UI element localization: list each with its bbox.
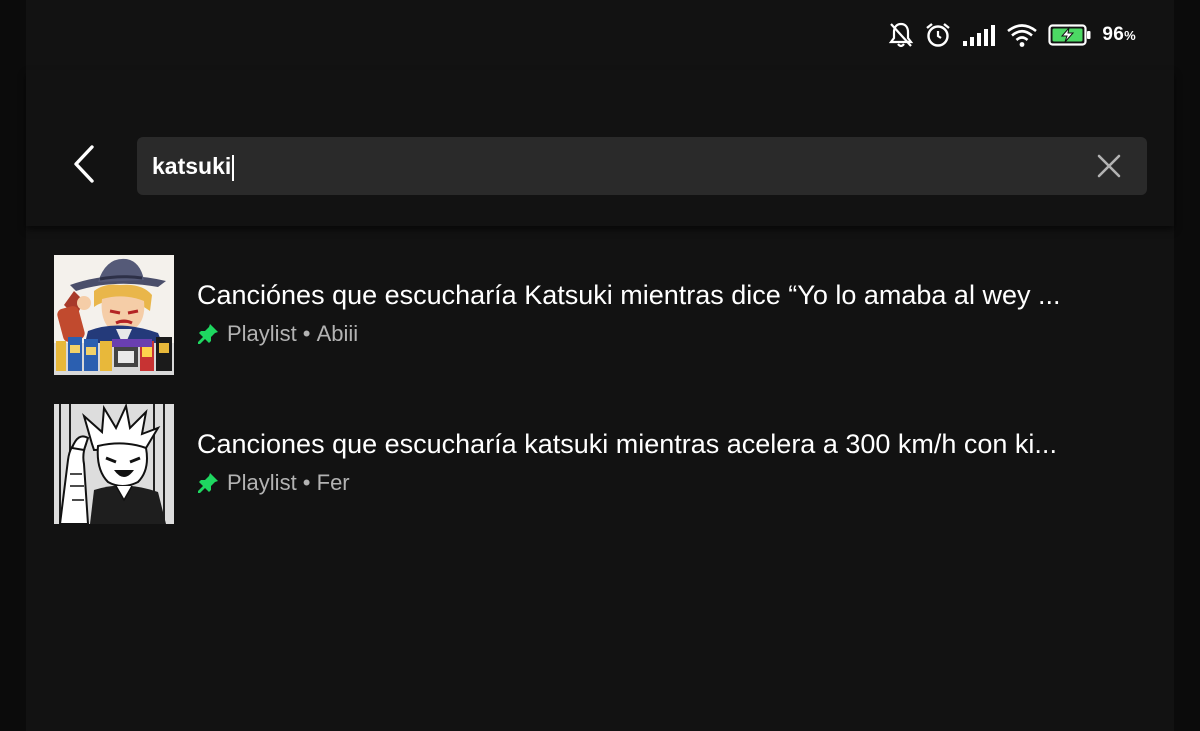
back-button[interactable] bbox=[56, 136, 112, 192]
result-title: Canciones que escucharía katsuki mientra… bbox=[197, 429, 1057, 459]
search-query: katsuki bbox=[152, 153, 232, 179]
battery-percent-unit: % bbox=[1124, 28, 1136, 43]
battery-percent-value: 96 bbox=[1102, 24, 1125, 45]
battery-charging-icon bbox=[1048, 24, 1091, 46]
cover-art-1 bbox=[54, 255, 174, 375]
result-type: Playlist bbox=[227, 321, 297, 346]
result-type: Playlist bbox=[227, 470, 297, 495]
search-input[interactable]: katsuki bbox=[137, 137, 1147, 195]
wifi-icon bbox=[1007, 24, 1038, 47]
pin-icon bbox=[197, 323, 219, 345]
status-icons: 96% bbox=[888, 18, 1136, 52]
result-item[interactable]: Canciones que escucharía katsuki mientra… bbox=[54, 404, 1160, 524]
signal-icon bbox=[963, 25, 996, 46]
close-icon bbox=[1097, 154, 1121, 178]
result-title: Canciónes que escucharía Katsuki mientra… bbox=[197, 280, 1061, 310]
text-caret bbox=[232, 154, 235, 181]
battery-percentage: 96% bbox=[1102, 24, 1136, 46]
search-header: katsuki bbox=[26, 70, 1174, 226]
result-subtitle: Playlist • Abiii bbox=[197, 321, 1160, 347]
status-bar: 96% bbox=[26, 0, 1174, 70]
meta-separator: • bbox=[296, 321, 317, 346]
playlist-cover bbox=[54, 404, 174, 524]
pin-icon bbox=[197, 472, 219, 494]
result-subtitle: Playlist • Fer bbox=[197, 470, 1160, 496]
right-edge-bar bbox=[1174, 0, 1200, 731]
search-query-text[interactable]: katsuki bbox=[152, 137, 235, 195]
result-owner: Fer bbox=[316, 470, 350, 495]
result-info: Canciones que escucharía katsuki mientra… bbox=[197, 426, 1160, 496]
result-owner: Abiii bbox=[316, 321, 359, 346]
result-info: Canciónes que escucharía Katsuki mientra… bbox=[197, 277, 1160, 347]
chevron-left-icon bbox=[74, 145, 94, 183]
meta-separator: • bbox=[296, 470, 317, 495]
cover-art-2 bbox=[54, 404, 174, 524]
alarm-icon bbox=[926, 23, 951, 47]
result-item[interactable]: Canciónes que escucharía Katsuki mientra… bbox=[54, 255, 1160, 375]
bell-off-icon bbox=[889, 22, 914, 48]
playlist-cover bbox=[54, 255, 174, 375]
search-results-list: Canciónes que escucharía Katsuki mientra… bbox=[54, 255, 1160, 553]
left-edge-bar bbox=[0, 0, 26, 731]
clear-search-button[interactable] bbox=[1095, 152, 1123, 180]
